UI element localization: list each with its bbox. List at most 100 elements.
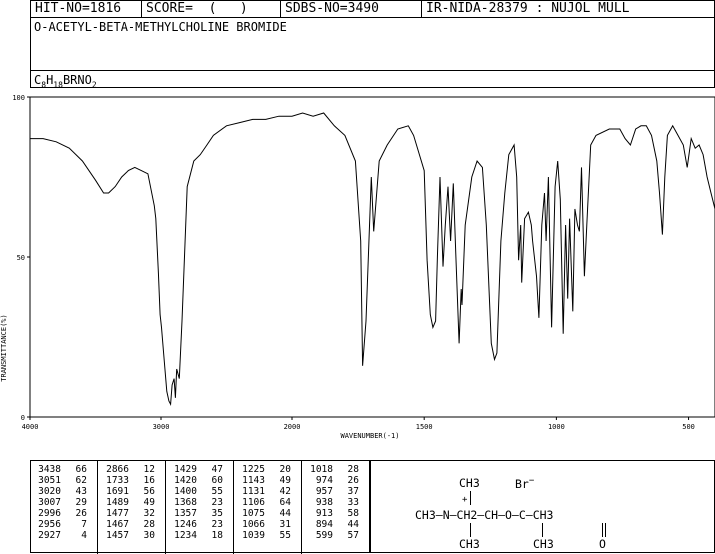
peak-row: 1400 55 [167,486,225,497]
peak-row: 957 37 [303,486,361,497]
spectrum-line [30,112,715,406]
peak-table-box: 3438 66 3051 62 3020 43 3007 29 2996 26 2956 7 2927 4… [30,460,370,554]
peak-row: 1131 42 [235,486,293,497]
peak-column-divider [165,461,166,554]
structure-bromide: Br− [515,476,535,491]
peak-wavenumber: 1489 [106,497,129,508]
peak-transmittance: 16 [143,475,155,486]
sdbs-number: SDBS-NO=3490 [285,1,379,16]
structure-bond [602,523,603,537]
peak-row: 974 26 [303,475,361,486]
peak-transmittance: 23 [211,497,223,508]
peak-wavenumber: 913 [315,508,333,519]
peak-column-divider [301,461,302,554]
x-tick-label: 2000 [284,423,301,431]
peak-wavenumber: 2996 [38,508,61,519]
structure-main-chain: CH3—N—CH2—CH—O—C—CH3 [415,508,554,522]
structure-bond [470,523,471,537]
x-tick-label: 500 [682,423,695,431]
peak-row: 1467 28 [99,519,157,530]
peak-transmittance: 30 [143,530,155,541]
peak-transmittance: 20 [279,464,291,475]
peak-row: 1420 60 [167,475,225,486]
peak-wavenumber: 2927 [38,530,61,541]
structure-carbonyl-oxygen: O [599,537,606,551]
peak-row: 1234 18 [167,530,225,541]
peak-column: 1018 28 974 26 957 37 938 33 913 58 894 44 599 57 [303,464,361,541]
peak-transmittance: 28 [143,519,155,530]
peak-row: 3438 66 [31,464,89,475]
plot-frame [29,96,715,418]
y-tick-label: 50 [17,254,25,262]
peak-row: 2996 26 [31,508,89,519]
structure-charge-plus: + [462,495,468,505]
peak-wavenumber: 3438 [38,464,61,475]
ir-identifier: IR-NIDA-28379 : NUJOL MULL [426,1,630,16]
peak-row: 1039 55 [235,530,293,541]
peak-wavenumber: 974 [315,475,333,486]
peak-wavenumber: 1420 [174,475,197,486]
structure-bond [542,523,543,537]
peak-row: 894 44 [303,519,361,530]
formula-divider [31,70,714,71]
peak-transmittance: 64 [279,497,291,508]
peak-wavenumber: 1075 [242,508,265,519]
peak-wavenumber: 1234 [174,530,197,541]
peak-transmittance: 23 [211,519,223,530]
y-axis-ticks: 0 50 100 [12,94,30,422]
peak-wavenumber: 1368 [174,497,197,508]
peak-transmittance: 44 [279,508,291,519]
peak-wavenumber: 894 [315,519,333,530]
peak-transmittance: 49 [143,497,155,508]
peak-wavenumber: 1066 [242,519,265,530]
peak-wavenumber: 1106 [242,497,265,508]
peak-transmittance: 28 [347,464,359,475]
peak-wavenumber: 1400 [174,486,197,497]
peak-transmittance: 12 [143,464,155,475]
peak-transmittance: 47 [211,464,223,475]
peak-row: 1691 56 [99,486,157,497]
peak-transmittance: 31 [279,519,291,530]
peak-transmittance: 32 [143,508,155,519]
peak-wavenumber: 938 [315,497,333,508]
peak-wavenumber: 1477 [106,508,129,519]
structure-ch3-top: CH3 [459,476,480,490]
peak-row: 938 33 [303,497,361,508]
compound-info-box: O-ACETYL-BETA-METHYLCHOLINE BROMIDE C8H1… [30,17,715,89]
peak-transmittance: 33 [347,497,359,508]
peak-row: 3051 62 [31,475,89,486]
x-tick-label: 1500 [416,423,433,431]
peak-column: 1429 47 1420 60 1400 55 1368 23 1357 35 1246 23 1234… [167,464,225,541]
peak-transmittance: 44 [347,519,359,530]
peak-transmittance: 55 [279,530,291,541]
peak-wavenumber: 2956 [38,519,61,530]
hit-number: HIT-NO=1816 [35,1,122,16]
y-tick-label: 100 [12,94,25,102]
peak-transmittance: 57 [347,530,359,541]
peak-wavenumber: 1225 [242,464,265,475]
peak-wavenumber: 3051 [38,475,61,486]
peak-column: 3438 66 3051 62 3020 43 3007 29 2996 26 2956 7 2927 4 [31,464,89,541]
peak-row: 1429 47 [167,464,225,475]
peak-wavenumber: 1467 [106,519,129,530]
peak-row: 1477 32 [99,508,157,519]
peak-transmittance: 35 [211,508,223,519]
peak-column: 2866 12 1733 16 1691 56 1489 49 1477 32 1467 28 1457… [99,464,157,541]
peak-column: 1225 20 1143 49 1131 42 1106 64 1075 44 1066 31 1039… [235,464,293,541]
peak-transmittance: 60 [211,475,223,486]
peak-row: 1143 49 [235,475,293,486]
header-bar: HIT-NO=1816 SCORE= ( ) SDBS-NO=3490 IR-N… [30,0,715,18]
peak-row: 1357 35 [167,508,225,519]
peak-wavenumber: 2866 [106,464,129,475]
structure-ch3-bottom-mid: CH3 [533,537,554,551]
peak-wavenumber: 3007 [38,497,61,508]
peak-row: 1489 49 [99,497,157,508]
peak-transmittance: 4 [81,530,87,541]
peak-row: 3007 29 [31,497,89,508]
peak-transmittance: 62 [75,475,87,486]
peak-column-divider [233,461,234,554]
peak-transmittance: 55 [211,486,223,497]
peak-row: 1106 64 [235,497,293,508]
peak-transmittance: 37 [347,486,359,497]
x-tick-label: 4000 [22,423,39,431]
